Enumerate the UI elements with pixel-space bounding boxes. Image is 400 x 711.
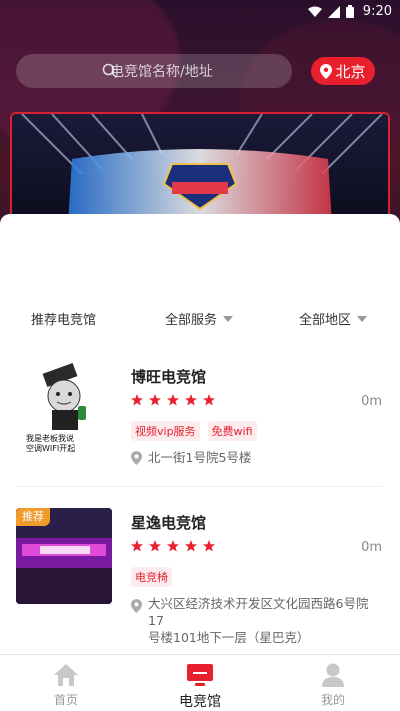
venue-thumbnail: 我是老板我说 空调WIFI开起 <box>16 362 112 458</box>
city-label: 北京 <box>335 62 366 81</box>
rating-stars <box>131 540 215 552</box>
star-icon <box>203 540 215 552</box>
location-pin-icon <box>131 451 142 465</box>
venue-address-text: 北一街1号院5号楼 <box>148 450 252 465</box>
location-pin-icon <box>131 599 142 613</box>
star-icon <box>167 540 179 552</box>
venue-address: 大兴区经济技术开发区文化园西路6号院17 号楼101地下一层（星巴克） <box>131 595 383 646</box>
filter-recommended[interactable]: 推荐电竞馆 <box>31 309 96 328</box>
wifi-icon <box>308 6 322 17</box>
venue-tag: 免费wifi <box>207 421 257 441</box>
venue-tags: 电竞椅 <box>131 567 172 587</box>
star-icon <box>167 394 179 406</box>
filter-services[interactable]: 全部服务 <box>165 309 234 328</box>
nav-venues-label: 电竞馆 <box>179 694 221 710</box>
star-icon <box>203 394 215 406</box>
nav-home[interactable]: 首页 <box>26 661 106 708</box>
venue-address-line: 号楼101地下一层（星巴克） <box>148 630 310 645</box>
dropdown-arrow-icon <box>357 315 368 322</box>
monitor-icon <box>187 664 213 686</box>
thumb-caption-1: 我是老板我说 <box>26 434 74 443</box>
venue-address-text: 大兴区经济技术开发区文化园西路6号院17 号楼101地下一层（星巴克） <box>148 595 383 646</box>
rating-stars <box>131 394 215 406</box>
star-icon <box>149 394 161 406</box>
filter-services-label: 全部服务 <box>165 313 218 328</box>
venue-distance: 0m <box>361 540 382 555</box>
venue-address-line: 大兴区经济技术开发区文化园西路6号院17 <box>148 596 369 628</box>
signal-icon <box>328 5 340 18</box>
nav-profile-label: 我的 <box>320 693 345 707</box>
search-icon <box>102 63 118 79</box>
search-input[interactable]: 电竞馆名称/地址 <box>16 54 292 88</box>
venue-thumbnail: 推荐 <box>16 508 112 604</box>
filter-region-label: 全部地区 <box>299 313 352 328</box>
nav-profile[interactable]: 我的 <box>293 661 373 708</box>
venue-name: 博旺电竞馆 <box>131 368 207 386</box>
venue-card[interactable]: 推荐 星逸电竞馆 0m 电竞椅 大兴区经济技术开发区文化园西路6号院17 号楼1… <box>0 506 400 645</box>
star-icon <box>131 540 143 552</box>
filter-region[interactable]: 全部地区 <box>299 309 368 328</box>
nav-venues[interactable]: 电竞馆 <box>160 661 240 711</box>
city-selector[interactable]: 北京 <box>311 57 375 85</box>
list-divider <box>16 486 382 487</box>
venue-card[interactable]: 我是老板我说 空调WIFI开起 博旺电竞馆 0m 视频vip服务 免费wifi … <box>0 360 400 480</box>
status-bar: 9:20 <box>0 0 400 24</box>
nav-home-label: 首页 <box>53 693 78 707</box>
star-icon <box>149 540 161 552</box>
venue-name: 星逸电竞馆 <box>131 514 207 532</box>
filter-recommended-label: 推荐电竞馆 <box>31 313 97 328</box>
star-icon <box>131 394 143 406</box>
filter-bar: 推荐电竞馆 全部服务 全部地区 <box>0 300 400 336</box>
home-icon <box>54 664 78 686</box>
user-icon <box>322 663 344 687</box>
venue-distance: 0m <box>361 394 382 409</box>
star-icon <box>185 540 197 552</box>
search-placeholder: 电竞馆名称/地址 <box>110 64 213 80</box>
dropdown-arrow-icon <box>223 315 234 322</box>
bottom-navigation: 首页 电竞馆 我的 <box>0 654 400 711</box>
venue-tags: 视频vip服务 免费wifi <box>131 421 257 441</box>
venue-address: 北一街1号院5号楼 <box>131 449 251 466</box>
thumb-caption-2: 空调WIFI开起 <box>26 444 76 453</box>
recommended-badge: 推荐 <box>16 508 50 526</box>
status-time: 9:20 <box>362 4 392 19</box>
venue-tag: 电竞椅 <box>131 567 172 587</box>
battery-icon <box>346 5 354 18</box>
location-pin-icon <box>320 63 333 79</box>
star-icon <box>185 394 197 406</box>
venue-tag: 视频vip服务 <box>131 421 200 441</box>
